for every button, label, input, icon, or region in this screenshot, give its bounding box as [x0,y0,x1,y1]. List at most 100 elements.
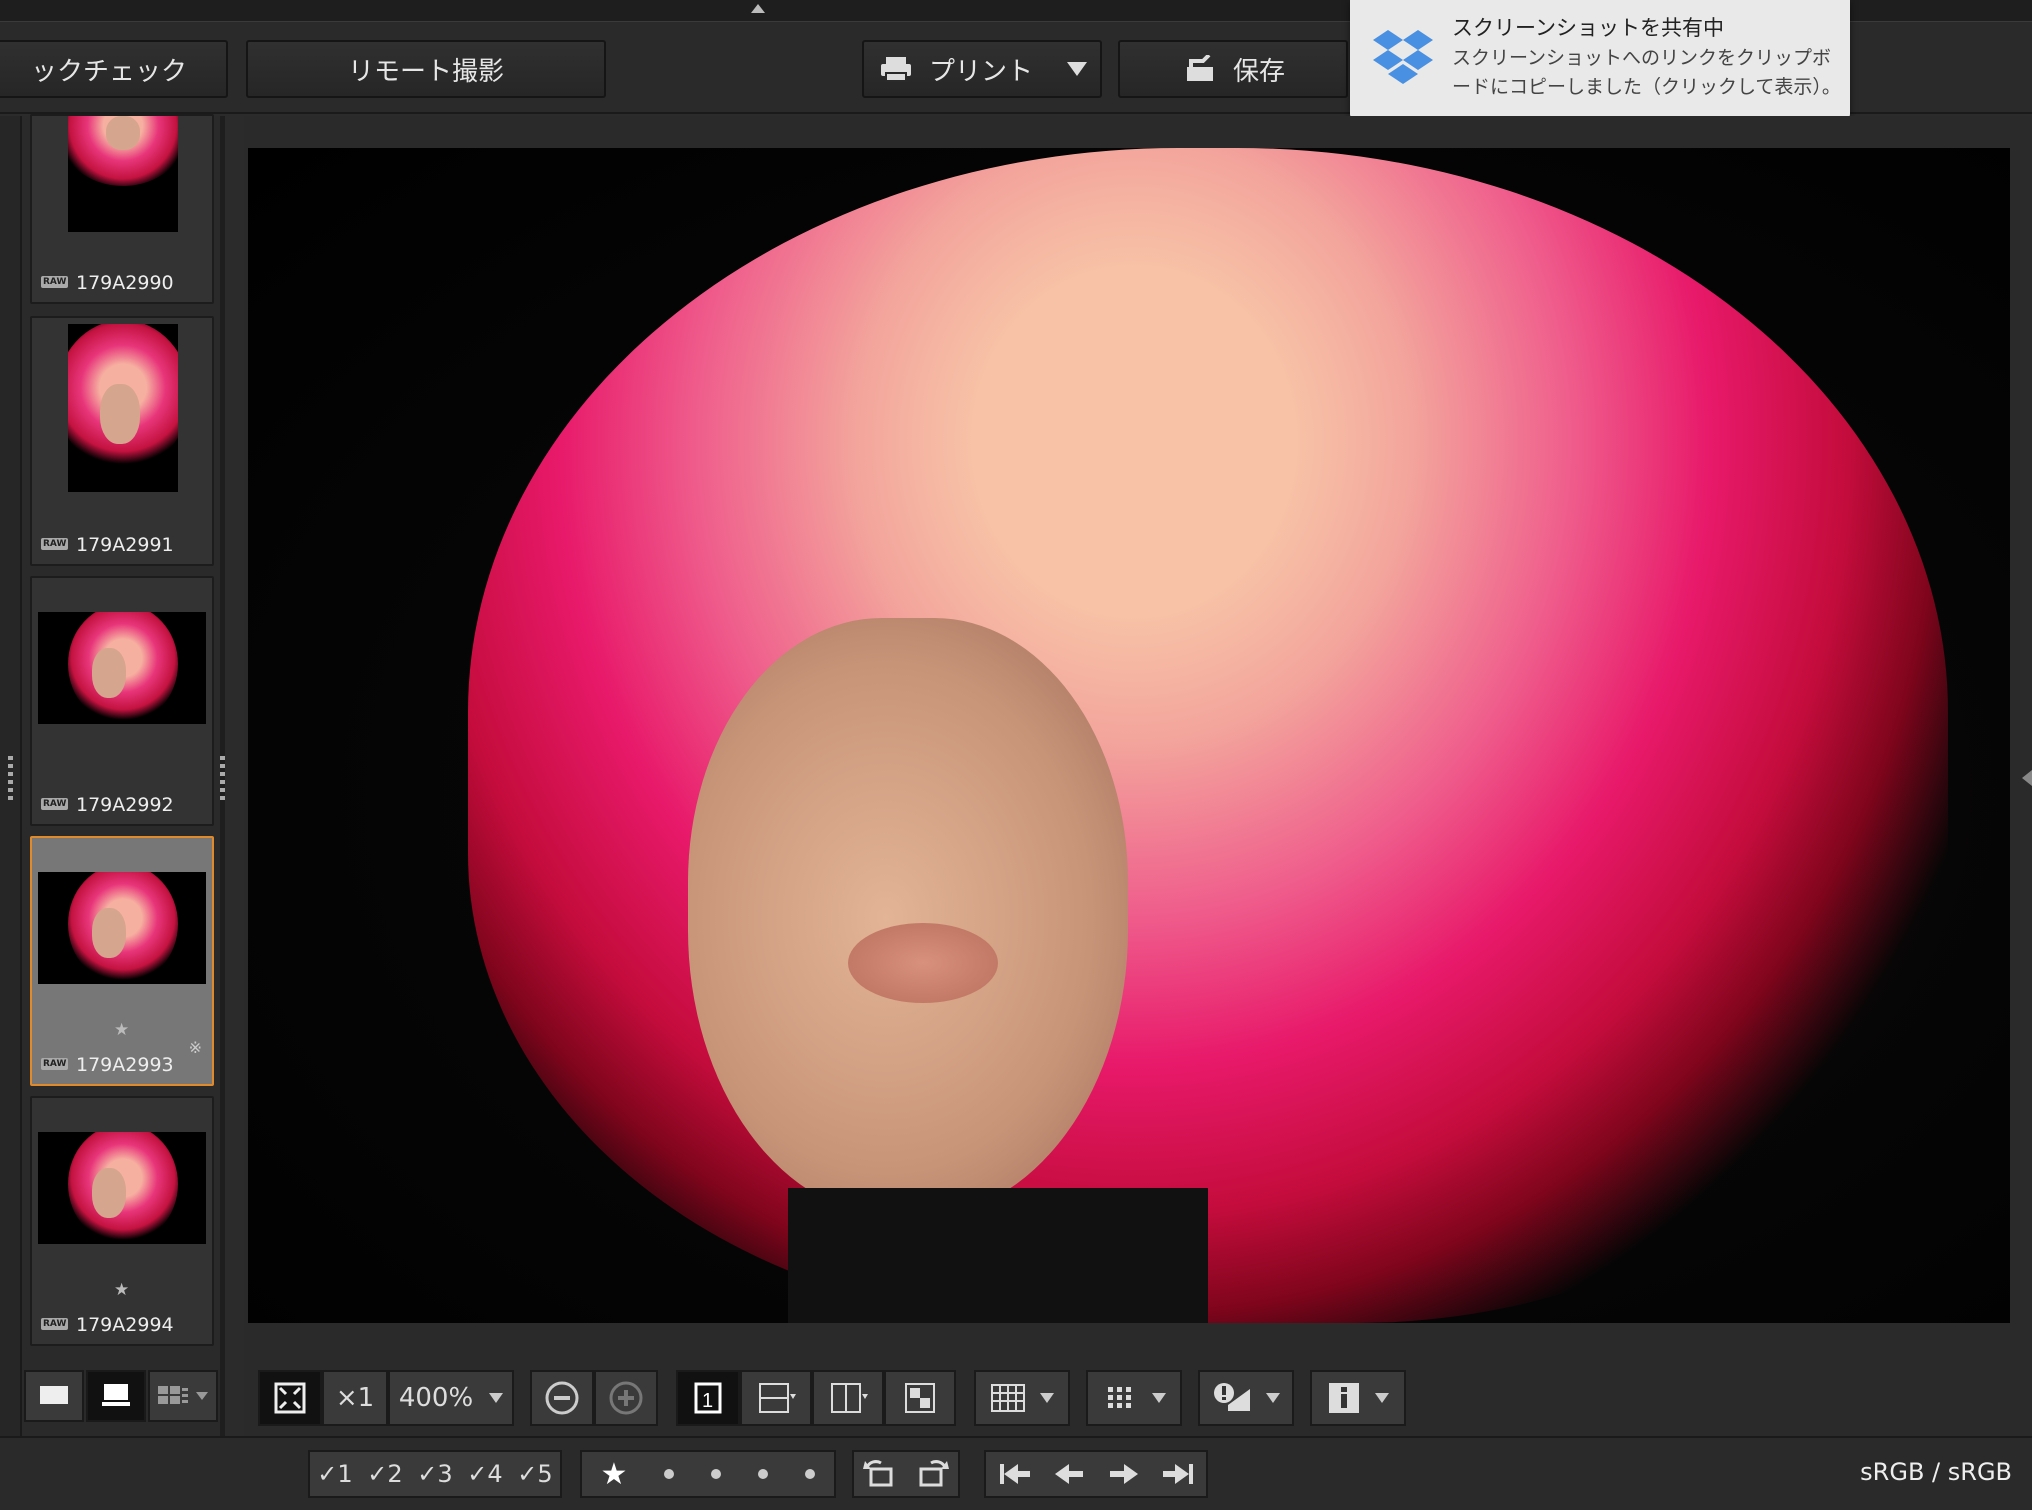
check-mark-2-button[interactable]: ✓2 [367,1460,402,1488]
raw-badge: RAW [41,1058,69,1070]
thumbnail-filename: 179A2992 [76,794,174,816]
rating-dot-icon[interactable] [805,1469,816,1479]
info-icon [1329,1383,1359,1413]
toast-title: スクリーンショットを共有中 [1452,16,1724,40]
thumbnail-card[interactable]: RAW 179A2992 [30,576,214,826]
check-mark-3-button[interactable]: ✓3 [417,1460,452,1488]
layout-switcher [22,1366,222,1428]
thumbnail-filename: 179A2994 [76,1314,174,1336]
grid-overlay-button[interactable] [974,1370,1070,1426]
filmstrip-sidebar: RAW 179A2990 RAW 179A2991 RAW 179A2992 ★… [0,114,225,1436]
grid-overlay-icon [991,1384,1025,1412]
rating-dot-icon[interactable] [664,1469,675,1479]
check-mark-4-button[interactable]: ✓4 [467,1460,502,1488]
rotate-group [852,1450,960,1498]
rating-dot-icon[interactable] [758,1469,769,1479]
actual-size-button[interactable]: ×1 [322,1370,388,1426]
raw-badge: RAW [41,276,69,288]
filmstrip-view-icon [102,1384,130,1406]
filmstrip-view-button[interactable] [86,1370,146,1422]
notification-toast[interactable]: スクリーンショットを共有中 スクリーンショットへのリンクをクリップボードにコピー… [1350,0,1850,120]
chevron-down-icon [1375,1393,1389,1403]
star-icon[interactable]: ★ [601,1457,628,1492]
rating-star: ★ [114,1020,130,1040]
compare-horizontal-button[interactable] [812,1370,884,1426]
adjusted-icon: ※ [188,1038,202,1057]
thumbnail-card[interactable]: RAW 179A2991 [30,316,214,566]
zoom-in-icon [609,1381,643,1415]
info-display-button[interactable] [1310,1370,1406,1426]
single-view-icon [40,1386,68,1404]
remote-shoot-label: リモート撮影 [347,56,504,87]
thumbnail-card-selected[interactable]: ★ ※ RAW 179A2993 [30,836,214,1086]
left-resize-handle[interactable] [8,756,13,800]
save-label: 保存 [1232,56,1285,87]
dropbox-icon [1373,30,1433,84]
chevron-down-icon [1040,1393,1054,1403]
collapse-arrow-icon[interactable] [751,4,765,13]
print-label: プリント [928,56,1033,87]
color-space-label: sRGB / sRGB [1860,1458,2012,1486]
single-view-button[interactable] [24,1370,84,1422]
check-mark-group: ✓1 ✓2 ✓3 ✓4 ✓5 [308,1450,562,1498]
next-image-icon[interactable] [1106,1460,1142,1488]
compare-vertical-icon [759,1383,796,1413]
thumbnail-image [38,1132,206,1244]
compare-vertical-button[interactable] [740,1370,812,1426]
zoom-out-icon [545,1381,579,1415]
app-window: ックチェック リモート撮影 プリント 保存 スクリーンショットを共有中 スクリー… [0,0,2032,1510]
grid-view-icon [158,1386,208,1404]
af-point-button[interactable] [1086,1370,1182,1426]
single-image-mode-icon: 1 [694,1382,722,1414]
filmstrip-resize-handle[interactable] [220,756,225,800]
af-point-icon [1108,1387,1131,1408]
previous-image-icon[interactable] [1051,1460,1087,1488]
star-rating-group: ★ [580,1450,836,1498]
grid-view-button[interactable] [148,1370,218,1422]
raw-badge: RAW [41,538,69,550]
thumbnail-card[interactable]: ★ RAW 179A2994 [30,1096,214,1346]
rotate-right-icon[interactable] [915,1459,949,1489]
zoom-level-value: 400% [398,1383,474,1413]
chevron-down-icon [1266,1393,1280,1403]
right-panel-toggle-icon[interactable] [2022,770,2032,786]
check-mark-1-button[interactable]: ✓1 [317,1460,352,1488]
before-after-icon [905,1383,935,1413]
thumbnail-image [38,872,206,984]
toast-message: スクリーンショットへのリンクをクリップボードにコピーしました（クリックして表示）… [1452,47,1841,98]
thumbnail-image [68,324,178,492]
fit-to-screen-button[interactable] [258,1370,322,1426]
save-button[interactable]: 保存 [1118,40,1348,98]
compare-horizontal-icon [831,1383,868,1413]
check-mark-5-button[interactable]: ✓5 [517,1460,552,1488]
first-image-icon[interactable] [996,1460,1032,1488]
thumbnail-card[interactable]: RAW 179A2990 [30,114,214,304]
quick-check-button[interactable]: ックチェック [0,40,228,98]
bottom-bar: ✓1 ✓2 ✓3 ✓4 ✓5 ★ sRGB / sRGB [0,1436,2032,1510]
thumbnail-filename: 179A2991 [76,534,174,556]
rotate-left-icon[interactable] [863,1459,897,1489]
remote-shoot-button[interactable]: リモート撮影 [246,40,606,98]
zoom-out-button[interactable] [530,1370,594,1426]
svg-text:1: 1 [702,1390,713,1412]
print-dropdown-icon[interactable] [1067,62,1087,76]
last-image-icon[interactable] [1161,1460,1197,1488]
chevron-down-icon [489,1393,504,1403]
main-preview-image[interactable] [248,148,2010,1323]
zoom-in-button[interactable] [594,1370,658,1426]
highlight-warning-icon [1214,1383,1250,1411]
rating-dot-icon[interactable] [711,1469,722,1479]
highlight-warning-button[interactable] [1198,1370,1294,1426]
print-button[interactable]: プリント [862,40,1102,98]
raw-badge: RAW [41,798,69,810]
thumbnail-filename: 179A2990 [76,272,174,294]
raw-badge: RAW [41,1318,69,1330]
save-icon [1186,55,1213,81]
zoom-level-select[interactable]: 400% [388,1370,514,1426]
before-after-button[interactable] [884,1370,956,1426]
thumbnail-image [68,116,178,232]
fit-screen-icon [274,1382,306,1414]
thumbnail-image [38,612,206,724]
single-image-mode-button[interactable]: 1 [676,1370,740,1426]
quick-check-label: ックチェック [30,56,187,87]
